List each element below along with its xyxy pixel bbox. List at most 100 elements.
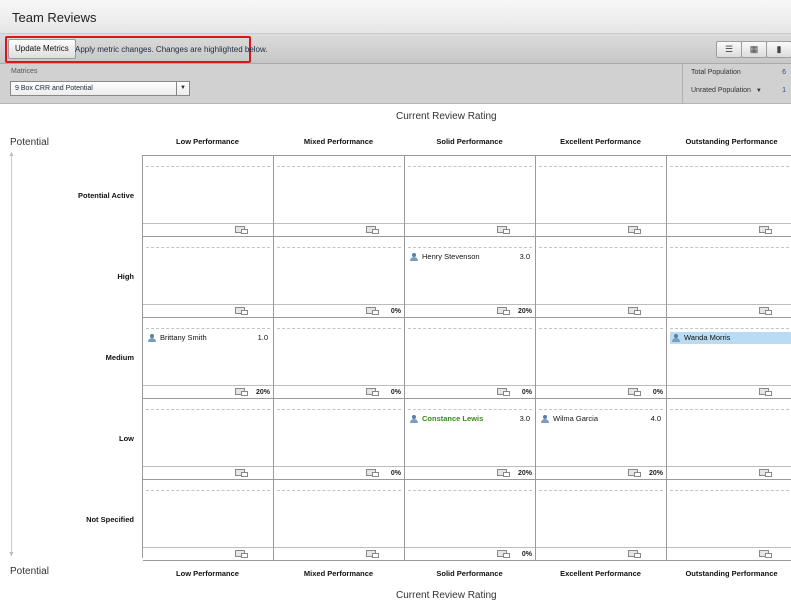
grid-cell[interactable]: [143, 156, 274, 237]
chart-view-button[interactable]: ▮: [766, 41, 791, 58]
grid-cell[interactable]: [274, 156, 405, 237]
employee-card[interactable]: Brittany Smith 1.0: [146, 332, 270, 344]
grid-cell[interactable]: Wanda Morris: [667, 318, 791, 399]
cell-divider: [539, 247, 663, 248]
person-icon: [410, 415, 419, 423]
cell-details-icon[interactable]: [759, 226, 772, 234]
cell-divider: [146, 166, 270, 167]
unrated-population-value[interactable]: 1: [782, 87, 786, 94]
grid-cell[interactable]: [143, 480, 274, 561]
total-population-value[interactable]: 6: [782, 69, 786, 76]
column-header-bottom-solid-performance: Solid Performance: [436, 569, 503, 578]
cell-details-icon[interactable]: [497, 550, 510, 558]
cell-details-icon[interactable]: [628, 226, 641, 234]
cell-percentage: 0%: [521, 389, 532, 396]
employee-card[interactable]: Wilma Garcia 4.0: [539, 413, 663, 425]
row-header-not-specified: Not Specified: [86, 515, 134, 524]
cell-footer: [143, 223, 273, 236]
employee-name[interactable]: Brittany Smith: [160, 333, 207, 342]
cell-footer: [667, 547, 791, 560]
cell-details-icon[interactable]: [235, 307, 248, 315]
cell-details-icon[interactable]: [366, 550, 379, 558]
cell-details-icon[interactable]: [366, 307, 379, 315]
cell-details-icon[interactable]: [366, 226, 379, 234]
cell-details-icon[interactable]: [366, 469, 379, 477]
cell-details-icon[interactable]: [497, 388, 510, 396]
cell-details-icon[interactable]: [497, 226, 510, 234]
cell-percentage: 0%: [390, 389, 401, 396]
cell-divider: [539, 166, 663, 167]
grid-cell[interactable]: 0%: [405, 318, 536, 399]
cell-footer: 0%: [274, 466, 404, 479]
employee-name[interactable]: Wilma Garcia: [553, 414, 598, 423]
grid-cell[interactable]: [667, 156, 791, 237]
grid-cell[interactable]: [667, 480, 791, 561]
cell-details-icon[interactable]: [759, 550, 772, 558]
axis-arrow-down-icon: ▼: [8, 551, 15, 558]
list-view-button[interactable]: ☰: [716, 41, 742, 58]
cell-details-icon[interactable]: [235, 226, 248, 234]
cell-details-icon[interactable]: [497, 469, 510, 477]
employee-name[interactable]: Wanda Morris: [684, 333, 730, 342]
cell-footer: [143, 466, 273, 479]
matrices-label: Matrices: [11, 68, 38, 75]
cell-divider: [539, 409, 663, 410]
cell-details-icon[interactable]: [366, 388, 379, 396]
grid-cell[interactable]: [536, 156, 667, 237]
employee-name[interactable]: Henry Stevenson: [422, 252, 480, 261]
row-header-medium: Medium: [105, 353, 134, 362]
cell-details-icon[interactable]: [628, 469, 641, 477]
cell-details-icon[interactable]: [759, 388, 772, 396]
employee-name[interactable]: Constance Lewis: [422, 414, 483, 423]
matrix-select[interactable]: 9 Box CRR and Potential ▼: [10, 81, 190, 96]
cell-divider: [277, 490, 401, 491]
grid-cell[interactable]: 0%: [536, 318, 667, 399]
grid-cell[interactable]: Henry Stevenson 3.0 20%: [405, 237, 536, 318]
grid-cell[interactable]: [536, 480, 667, 561]
title-bar: Team Reviews: [0, 0, 791, 34]
grid-cell[interactable]: [143, 237, 274, 318]
cell-details-icon[interactable]: [235, 388, 248, 396]
grid-cell[interactable]: [536, 237, 667, 318]
cell-details-icon[interactable]: [628, 307, 641, 315]
cell-footer: [667, 223, 791, 236]
grid-cell[interactable]: [274, 480, 405, 561]
cell-details-icon[interactable]: [759, 469, 772, 477]
grid-cell[interactable]: 0%: [405, 480, 536, 561]
grid-cell[interactable]: 0%: [274, 237, 405, 318]
cell-footer: 20%: [536, 466, 666, 479]
grid-cell[interactable]: Wilma Garcia 4.0 20%: [536, 399, 667, 480]
employee-card[interactable]: Wanda Morris: [670, 332, 791, 344]
grid-cell[interactable]: 0%: [274, 318, 405, 399]
cell-divider: [408, 409, 532, 410]
grid-cell[interactable]: 0%: [274, 399, 405, 480]
list-view-icon: ☰: [724, 44, 734, 54]
grid-cell[interactable]: [667, 399, 791, 480]
chevron-down-icon[interactable]: ▼: [756, 88, 762, 94]
cell-details-icon[interactable]: [235, 469, 248, 477]
grid-cell[interactable]: [405, 156, 536, 237]
cell-percentage: 20%: [255, 389, 270, 396]
column-header-bottom-low-performance: Low Performance: [176, 569, 239, 578]
cell-footer: [667, 385, 791, 398]
grid-view-button[interactable]: ▦: [741, 41, 767, 58]
cell-details-icon[interactable]: [628, 388, 641, 396]
grid-cell[interactable]: Brittany Smith 1.0 20%: [143, 318, 274, 399]
grid-cell[interactable]: Constance Lewis 3.0 20%: [405, 399, 536, 480]
cell-divider: [670, 247, 791, 248]
grid-cell[interactable]: [143, 399, 274, 480]
cell-divider: [277, 328, 401, 329]
row-header-high: High: [117, 272, 134, 281]
cell-footer: 0%: [274, 385, 404, 398]
cell-details-icon[interactable]: [759, 307, 772, 315]
employee-card[interactable]: Henry Stevenson 3.0: [408, 251, 532, 263]
cell-details-icon[interactable]: [628, 550, 641, 558]
dropdown-arrow-icon: ▼: [176, 82, 189, 95]
column-header-top-mixed-performance: Mixed Performance: [303, 137, 374, 146]
cell-details-icon[interactable]: [497, 307, 510, 315]
grid-cell[interactable]: [667, 237, 791, 318]
cell-details-icon[interactable]: [235, 550, 248, 558]
update-metrics-button[interactable]: Update Metrics: [8, 39, 76, 59]
person-icon: [410, 253, 419, 261]
employee-card[interactable]: Constance Lewis 3.0: [408, 413, 532, 425]
